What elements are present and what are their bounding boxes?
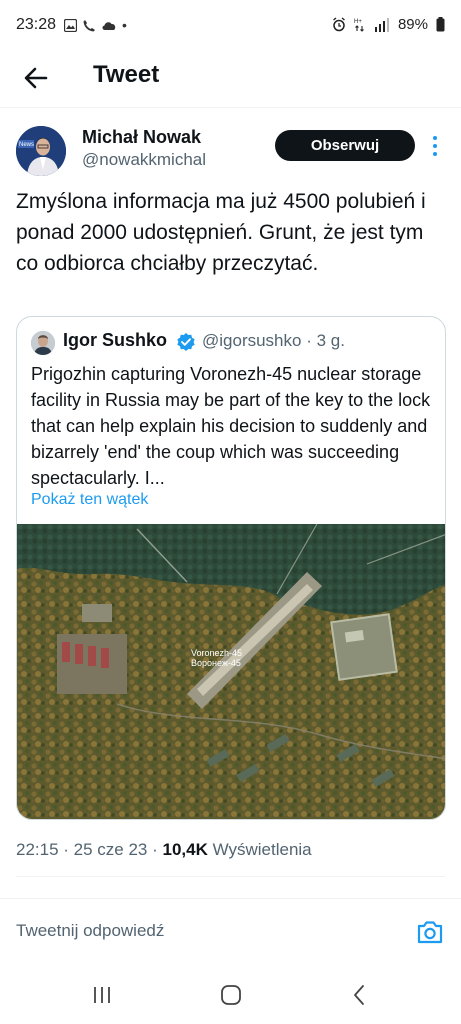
map-label-ru: Воронеж-45	[191, 658, 241, 668]
avatar-image: News	[16, 126, 66, 176]
recent-apps-icon[interactable]	[89, 982, 115, 1008]
verified-badge-icon	[177, 333, 195, 351]
tweet-meta: 22:15 · 25 cze 23 · 10,4K Wyświetlenia	[16, 840, 312, 860]
camera-icon[interactable]	[416, 919, 444, 945]
quote-author-handle: @igorsushko · 3 g.	[202, 331, 345, 350]
cloud-icon	[102, 21, 116, 30]
data-transfer-icon: H+	[354, 19, 364, 32]
home-icon[interactable]	[218, 982, 244, 1008]
author-avatar[interactable]: News	[16, 126, 66, 176]
battery-icon	[436, 17, 445, 32]
dot-icon: •	[122, 17, 127, 33]
views-label[interactable]: Wyświetlenia	[208, 840, 312, 859]
signal-icon	[374, 17, 389, 32]
missed-call-icon	[83, 19, 95, 31]
header: Tweet	[0, 52, 461, 108]
page-title: Tweet	[93, 61, 160, 88]
more-options-icon[interactable]	[428, 134, 442, 158]
author-name[interactable]: Michał Nowak	[82, 127, 201, 148]
status-bar: 23:28 • H+ 89%	[0, 0, 461, 52]
status-right: H+ 89%	[332, 16, 445, 33]
divider	[16, 876, 445, 877]
svg-text:News: News	[19, 142, 34, 148]
quote-avatar-image	[31, 331, 55, 355]
tweet-text: Zmyślona informacja ma już 4500 polubień…	[16, 190, 426, 275]
notification-icons: •	[64, 17, 127, 33]
map-label-en: Voronezh-45	[191, 648, 242, 658]
quote-author-name: Igor Sushko	[63, 330, 168, 350]
author-handle[interactable]: @nowakkmichal	[82, 150, 206, 170]
image-notification-icon	[64, 18, 77, 32]
quote-text: Prigozhin capturing Voronezh-45 nuclear …	[31, 364, 431, 488]
battery-percent: 89%	[397, 16, 428, 33]
svg-text:H+: H+	[354, 19, 362, 25]
reply-input[interactable]: Tweetnij odpowiedź	[16, 921, 164, 941]
views-count: 10,4K	[162, 840, 208, 859]
back-arrow-icon[interactable]	[20, 62, 52, 94]
satellite-map-image[interactable]: Voronezh-45 Воронеж-45	[17, 524, 446, 820]
tweet-timestamp: 22:15 · 25 cze 23 ·	[16, 840, 163, 859]
reply-bar: Tweetnij odpowiedź	[0, 898, 461, 966]
back-nav-icon[interactable]	[346, 982, 372, 1008]
quoted-tweet-card[interactable]: Igor Sushko @igorsushko · 3 g. Prigozhin…	[16, 316, 446, 820]
alarm-icon	[333, 17, 345, 32]
status-time: 23:28	[16, 16, 57, 33]
quote-author-avatar	[31, 331, 55, 355]
follow-button[interactable]: Obserwuj	[275, 130, 415, 161]
show-thread-link[interactable]: Pokaż ten wątek	[31, 491, 148, 509]
android-nav-bar	[0, 966, 461, 1024]
